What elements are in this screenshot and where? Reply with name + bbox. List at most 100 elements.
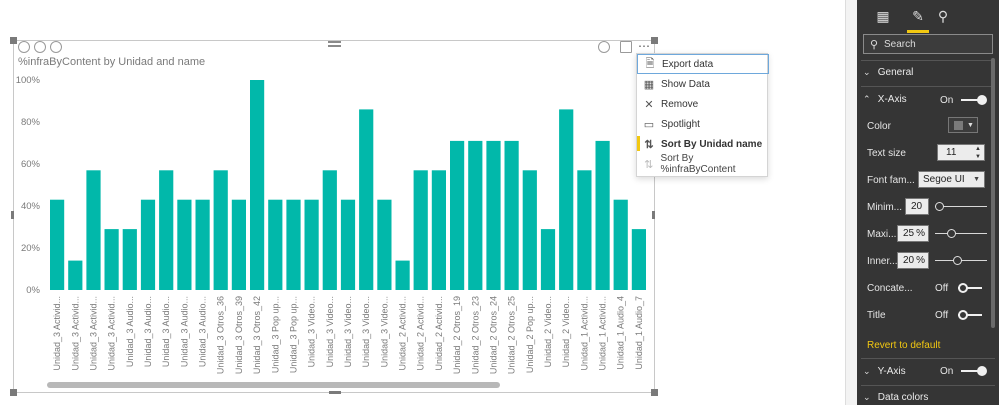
maximum-size-slider[interactable]: [935, 228, 987, 238]
bar[interactable]: [577, 170, 592, 290]
inner-padding-slider[interactable]: [935, 255, 987, 265]
maximum-size-input[interactable]: 25 %: [897, 225, 929, 242]
bar[interactable]: [322, 170, 337, 290]
menu-item-label: Export data: [662, 58, 714, 70]
menu-item-show-data[interactable]: ▦ Show Data: [637, 74, 769, 94]
inner-padding-label: Inner...: [867, 256, 898, 267]
bar[interactable]: [340, 199, 356, 290]
section-label: Data colors: [877, 392, 929, 403]
menu-item-spotlight[interactable]: ▭ Spotlight: [637, 114, 769, 134]
bar[interactable]: [431, 170, 446, 290]
minimum-category-width-slider[interactable]: [935, 201, 987, 211]
bar[interactable]: [286, 199, 301, 290]
menu-item-export-data[interactable]: 🗎 Export data: [637, 54, 769, 74]
chart-area: 0% 20% 40% 60% 80% 100% Unidad_3 Activid... Uni…: [16, 75, 646, 374]
bar[interactable]: [140, 199, 156, 290]
menu-item-label: Remove: [661, 98, 699, 110]
x-tick-label: Unidad_3 Audio...: [125, 296, 135, 367]
axis-title-toggle[interactable]: [958, 310, 984, 320]
section-label: General: [877, 67, 914, 78]
font-family-label: Font fam...: [867, 175, 915, 186]
x-tick-label: Unidad_3 Otros_36: [216, 296, 226, 374]
sort-az-icon: ⇅: [644, 138, 654, 151]
table-icon: ▦: [643, 78, 655, 91]
bar[interactable]: [486, 140, 501, 290]
axis-title-state: Off: [935, 310, 949, 321]
section-label: X-Axis: [877, 94, 907, 105]
bar[interactable]: [504, 140, 519, 290]
bar[interactable]: [159, 170, 174, 290]
bar[interactable]: [195, 199, 210, 290]
search-input[interactable]: ⚲ Search: [863, 34, 993, 54]
text-size-value: 11: [946, 147, 957, 158]
bar[interactable]: [377, 199, 392, 290]
text-size-stepper[interactable]: 11 ▲ ▼: [937, 144, 985, 161]
menu-item-sort-by-unidad-name[interactable]: ⇅ Sort By Unidad name: [637, 134, 769, 154]
bar[interactable]: [68, 260, 83, 290]
bar[interactable]: [450, 140, 465, 290]
bar[interactable]: [304, 199, 319, 290]
x-tick-label: Unidad_3 Activid...: [52, 296, 62, 371]
selected-indicator: [637, 136, 640, 151]
x-tick-label: Unidad_1 Activid...: [598, 296, 608, 371]
x-tick-label: Unidad_3 Video...: [379, 296, 389, 367]
spotlight-icon: ▭: [643, 118, 655, 131]
bar[interactable]: [359, 109, 374, 291]
bar[interactable]: [468, 140, 483, 290]
axis-title-label: Title: [867, 310, 886, 321]
pane-collapse-strip[interactable]: [845, 0, 857, 405]
bar[interactable]: [104, 229, 119, 290]
section-x-axis[interactable]: ⌃ X-Axis: [863, 94, 907, 105]
analytics-icon[interactable]: ⚲: [933, 6, 953, 26]
search-placeholder: Search: [884, 38, 916, 50]
divider: [861, 385, 995, 386]
y-tick-label: 40%: [21, 201, 41, 212]
bar[interactable]: [250, 80, 265, 290]
font-family-select[interactable]: Segoe UI ▼: [918, 171, 985, 188]
bar[interactable]: [122, 229, 137, 290]
inner-padding-input[interactable]: 20 %: [897, 252, 929, 269]
x-tick-label: Unidad_1 Activid...: [579, 296, 589, 371]
paint-roller-icon[interactable]: ✎: [908, 6, 928, 26]
fields-icon[interactable]: ▦: [873, 6, 893, 26]
chevron-down-icon: ▼: [973, 176, 980, 183]
bar[interactable]: [213, 170, 228, 290]
x-axis-toggle[interactable]: [961, 95, 987, 105]
bar[interactable]: [177, 199, 192, 290]
bar[interactable]: [595, 140, 610, 290]
section-y-axis[interactable]: ⌄ Y-Axis: [863, 366, 906, 377]
y-tick-label: 0%: [26, 285, 40, 296]
bar[interactable]: [522, 170, 537, 290]
x-tick-label: Unidad_3 Otros_42: [252, 296, 262, 374]
menu-item-sort-by-infrabycontent[interactable]: ⇅ Sort By %infraByContent: [637, 153, 769, 175]
bar[interactable]: [50, 199, 65, 290]
more-options-menu: 🗎 Export data ▦ Show Data ✕ Remove ▭ Spo…: [636, 53, 769, 177]
bar[interactable]: [86, 170, 101, 290]
section-data-colors[interactable]: ⌄ Data colors: [863, 392, 928, 403]
section-general[interactable]: ⌄ General: [863, 67, 913, 78]
stepper-arrows-icon: ▲ ▼: [975, 146, 981, 160]
maximum-size-unit: %: [916, 228, 925, 239]
bar[interactable]: [413, 170, 428, 290]
x-tick-label: Unidad_2 Otros_19: [452, 296, 462, 374]
bar[interactable]: [631, 229, 646, 290]
close-icon: ✕: [644, 98, 654, 111]
horizontal-scrollbar[interactable]: [47, 382, 500, 388]
x-tick-label: Unidad_3 Video...: [361, 296, 371, 367]
bar[interactable]: [559, 109, 574, 291]
bar[interactable]: [395, 260, 410, 290]
y-axis-toggle[interactable]: [961, 366, 987, 376]
bar[interactable]: [231, 199, 246, 290]
concatenate-labels-toggle[interactable]: [958, 283, 984, 293]
menu-item-remove[interactable]: ✕ Remove: [637, 94, 769, 114]
bar[interactable]: [268, 199, 283, 290]
bar[interactable]: [540, 229, 556, 290]
color-picker[interactable]: ▼: [948, 117, 978, 133]
x-tick-label: Unidad_2 Activid...: [434, 296, 444, 371]
bar[interactable]: [613, 199, 628, 290]
pane-scrollbar[interactable]: [991, 58, 995, 328]
minimum-category-width-input[interactable]: 20: [905, 198, 929, 215]
x-tick-label: Unidad_3 Video...: [325, 296, 335, 367]
revert-to-default-link[interactable]: Revert to default: [867, 340, 940, 351]
x-tick-label: Unidad_3 Audio...: [143, 296, 153, 367]
